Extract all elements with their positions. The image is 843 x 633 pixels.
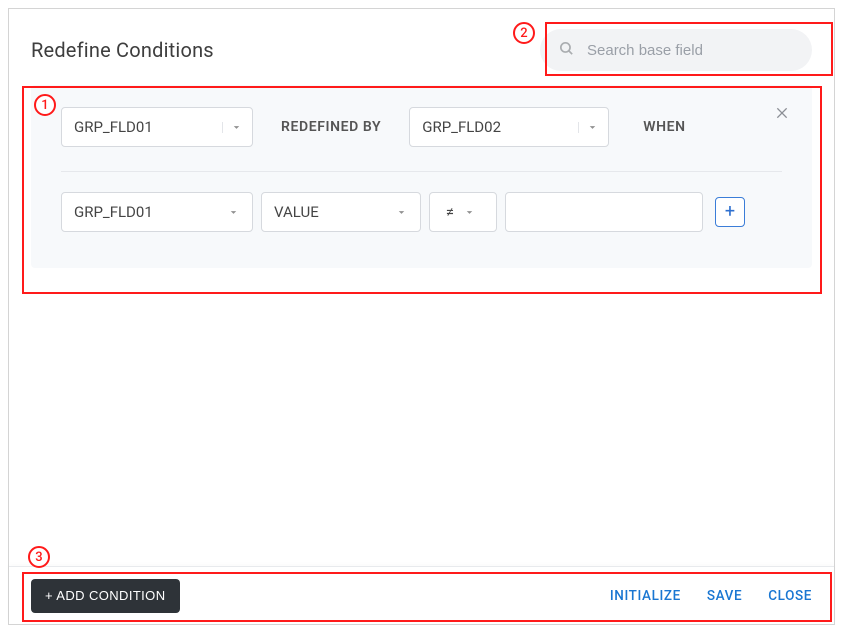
chevron-down-icon (390, 207, 412, 218)
search-input[interactable] (587, 42, 794, 59)
conditions-list: GRP_FLD01 REDEFINED BY GRP_FLD02 WHEN (9, 81, 834, 566)
rule-field-value: GRP_FLD01 (74, 203, 153, 221)
rule-operator-value: ≠ (446, 203, 454, 221)
divider (61, 171, 782, 172)
base-field-value: GRP_FLD01 (74, 118, 153, 136)
chevron-down-icon (458, 207, 480, 218)
initialize-button[interactable]: INITIALIZE (610, 588, 681, 604)
redefined-by-label: REDEFINED BY (281, 119, 381, 135)
remove-condition-button[interactable] (774, 105, 790, 125)
base-field-select[interactable]: GRP_FLD01 (61, 107, 253, 147)
plus-icon: + (725, 203, 735, 221)
dialog-footer: + ADD CONDITION INITIALIZE SAVE CLOSE (9, 566, 834, 624)
save-button[interactable]: SAVE (707, 588, 742, 604)
add-rule-button[interactable]: + (715, 197, 745, 227)
search-field[interactable] (540, 29, 812, 71)
redefined-field-value: GRP_FLD02 (422, 118, 501, 136)
add-condition-button[interactable]: + ADD CONDITION (31, 579, 180, 613)
redefined-field-select[interactable]: GRP_FLD02 (409, 107, 609, 147)
chevron-down-icon (222, 207, 244, 218)
rule-type-value: VALUE (274, 203, 319, 221)
rule-operator-select[interactable]: ≠ (429, 192, 497, 232)
search-icon (558, 40, 587, 61)
close-button[interactable]: CLOSE (768, 588, 812, 604)
rule-field-select[interactable]: GRP_FLD01 (61, 192, 253, 232)
page-title: Redefine Conditions (31, 38, 214, 62)
condition-header-row: GRP_FLD01 REDEFINED BY GRP_FLD02 WHEN (61, 107, 782, 147)
rule-type-select[interactable]: VALUE (261, 192, 421, 232)
dialog-header: Redefine Conditions (9, 9, 834, 81)
redefine-conditions-dialog: Redefine Conditions GRP_FLD01 REDEFINED … (8, 8, 835, 625)
condition-block: GRP_FLD01 REDEFINED BY GRP_FLD02 WHEN (31, 85, 812, 268)
chevron-down-icon (222, 122, 244, 133)
rule-value-input[interactable] (505, 192, 703, 232)
condition-rule-row: GRP_FLD01 VALUE ≠ (61, 192, 782, 232)
when-label: WHEN (643, 119, 685, 135)
chevron-down-icon (578, 122, 600, 133)
